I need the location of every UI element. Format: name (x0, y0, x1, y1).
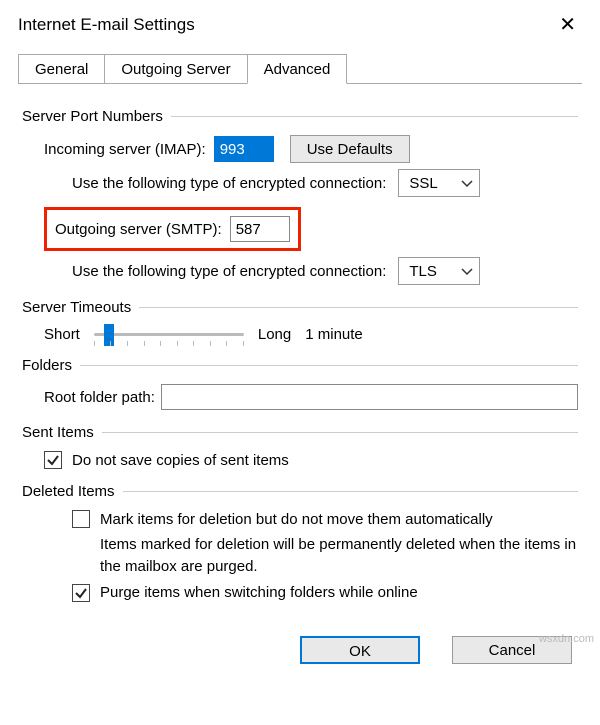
incoming-server-label: Incoming server (IMAP): (44, 141, 206, 158)
timeout-value: 1 minute (305, 326, 363, 343)
incoming-server-port-input[interactable] (214, 136, 274, 162)
group-server-timeouts: Server Timeouts (22, 299, 578, 316)
purge-label: Purge items when switching folders while… (100, 584, 418, 601)
outgoing-server-label: Outgoing server (SMTP): (55, 221, 222, 238)
tab-general[interactable]: General (18, 54, 105, 84)
root-folder-input[interactable] (161, 384, 578, 410)
incoming-encryption-label: Use the following type of encrypted conn… (72, 175, 386, 192)
timeout-long-label: Long (258, 326, 291, 343)
timeout-slider[interactable] (94, 333, 244, 336)
purge-checkbox[interactable] (72, 584, 90, 602)
root-folder-label: Root folder path: (44, 389, 155, 406)
chevron-down-icon (461, 263, 473, 280)
do-not-save-label: Do not save copies of sent items (72, 452, 289, 469)
mark-for-deletion-label: Mark items for deletion but do not move … (100, 511, 493, 528)
outgoing-encryption-value: TLS (409, 263, 453, 280)
group-deleted-items: Deleted Items (22, 483, 578, 500)
outgoing-encryption-label: Use the following type of encrypted conn… (72, 263, 386, 280)
tab-bar: General Outgoing Server Advanced (18, 45, 582, 84)
chevron-down-icon (461, 175, 473, 192)
close-icon[interactable]: ✕ (553, 12, 582, 37)
group-sent-items: Sent Items (22, 424, 578, 441)
window-title: Internet E-mail Settings (18, 15, 195, 35)
use-defaults-button[interactable]: Use Defaults (290, 135, 410, 163)
tab-advanced[interactable]: Advanced (247, 54, 348, 84)
group-server-port-numbers: Server Port Numbers (22, 108, 578, 125)
deletion-note: Items marked for deletion will be perman… (22, 534, 578, 578)
incoming-encryption-value: SSL (409, 175, 453, 192)
incoming-encryption-select[interactable]: SSL (398, 169, 480, 197)
group-folders: Folders (22, 357, 578, 374)
watermark: wsxdn.com (539, 633, 594, 645)
outgoing-server-port-input[interactable] (230, 216, 290, 242)
tab-outgoing-server[interactable]: Outgoing Server (104, 54, 247, 84)
outgoing-encryption-select[interactable]: TLS (398, 257, 480, 285)
timeout-short-label: Short (44, 326, 80, 343)
do-not-save-checkbox[interactable] (44, 451, 62, 469)
outgoing-highlight-box: Outgoing server (SMTP): (44, 207, 301, 251)
ok-button[interactable]: OK (300, 636, 420, 664)
mark-for-deletion-checkbox[interactable] (72, 510, 90, 528)
